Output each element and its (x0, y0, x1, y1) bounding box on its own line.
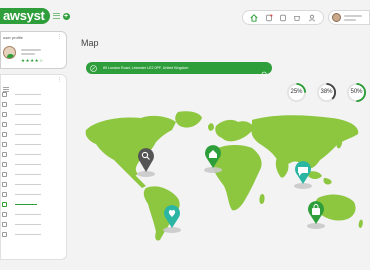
calendar-icon (2, 112, 7, 117)
shopping-bag-icon (312, 208, 320, 215)
user-menu[interactable] (328, 10, 370, 25)
sidebar-item-label (15, 143, 41, 146)
sidebar-item-9[interactable] (2, 171, 41, 178)
help-icon (2, 232, 7, 237)
sidebar-item-label (15, 133, 41, 136)
profile-card: user profile ⋮ ★★★★☆ (0, 31, 67, 69)
sidebar-item-label (15, 103, 41, 106)
sidebar-item-14[interactable] (2, 221, 41, 228)
sidebar-item-label (15, 123, 41, 126)
sidebar-item-label (15, 183, 41, 186)
home-icon[interactable] (250, 13, 258, 22)
brand-name: awsyst (0, 8, 50, 24)
sidebar-item-label (15, 113, 41, 116)
gauge-label: 50% (350, 89, 363, 95)
sidebar-item-3[interactable] (2, 111, 41, 118)
location-pin-icon (90, 64, 97, 72)
profile-avatar (3, 46, 16, 59)
user-icon (2, 142, 7, 147)
sidebar-item-label (15, 223, 41, 226)
sidebar-item-7[interactable] (2, 151, 41, 158)
user-icon[interactable] (308, 14, 316, 22)
rating-stars: ★★★★☆ (21, 58, 44, 63)
sidebar-item-label (15, 173, 41, 176)
bell-icon (2, 222, 7, 227)
world-map[interactable] (76, 108, 366, 246)
sidebar-item-label (15, 213, 41, 216)
folder-icon (2, 162, 7, 167)
tag-icon (2, 212, 7, 217)
message-icon (2, 152, 7, 157)
map-icon (2, 202, 7, 207)
search-pin[interactable] (138, 148, 154, 172)
cart-icon[interactable] (293, 14, 301, 22)
sidebar-item-6[interactable] (2, 141, 41, 148)
sidebar: ⋮ (0, 74, 67, 260)
top-navigation (242, 10, 324, 25)
lock-icon (2, 182, 7, 187)
sidebar-item-label (15, 193, 41, 196)
sidebar-item-label (15, 163, 41, 166)
more-options-icon[interactable]: ⋮ (57, 35, 62, 40)
bag-pin[interactable] (308, 201, 324, 224)
dashboard-icon (2, 92, 7, 97)
sidebar-item-label (15, 93, 41, 96)
location-search-bar[interactable]: 89 London Road, Leicester LE2 0PF, Unite… (86, 62, 272, 78)
user-role-placeholder (344, 18, 356, 21)
sidebar-item-10[interactable] (2, 181, 41, 188)
progress-gauge-38: 38% (316, 82, 337, 103)
sidebar-item-map[interactable] (2, 201, 37, 208)
star-icon (2, 192, 7, 197)
sidebar-item-2[interactable] (2, 101, 41, 108)
gauge-label: 38% (320, 89, 333, 95)
list-icon[interactable] (3, 79, 9, 92)
document-icon (2, 102, 7, 107)
sidebar-item-label (15, 203, 37, 206)
profile-subtitle-placeholder (21, 53, 35, 55)
home-icon (2, 122, 7, 127)
bookmark-icon[interactable] (279, 14, 287, 22)
avatar (332, 13, 341, 22)
gear-icon (2, 172, 7, 177)
sidebar-item-11[interactable] (2, 191, 41, 198)
sidebar-item-4[interactable] (2, 121, 41, 128)
search-icon[interactable] (261, 65, 268, 78)
sidebar-item-15[interactable] (2, 231, 41, 238)
sidebar-item-1[interactable] (2, 91, 41, 98)
profile-name-placeholder (21, 49, 41, 51)
search-address: 89 London Road, Leicester LE2 0PF, Unite… (103, 66, 189, 70)
sidebar-item-5[interactable] (2, 131, 41, 138)
page-title: Map (81, 38, 99, 48)
progress-gauge-25: 25% (286, 82, 307, 103)
chat-pin[interactable] (295, 161, 311, 184)
gauge-label: 25% (290, 89, 303, 95)
sidebar-item-13[interactable] (2, 211, 41, 218)
chart-icon (2, 132, 7, 137)
sidebar-item-label (15, 233, 41, 236)
user-name-placeholder (344, 14, 362, 17)
hamburger-menu-icon[interactable] (52, 13, 60, 19)
sidebar-item-label (15, 153, 41, 156)
sidebar-item-8[interactable] (2, 161, 41, 168)
brand-logo[interactable]: awsyst + (0, 8, 70, 24)
notification-icon[interactable] (265, 14, 273, 22)
progress-gauge-50: 50% (346, 82, 367, 103)
sidebar-more-icon[interactable]: ⋮ (57, 78, 62, 83)
profile-title: user profile (3, 35, 23, 40)
add-icon[interactable]: + (62, 12, 70, 20)
